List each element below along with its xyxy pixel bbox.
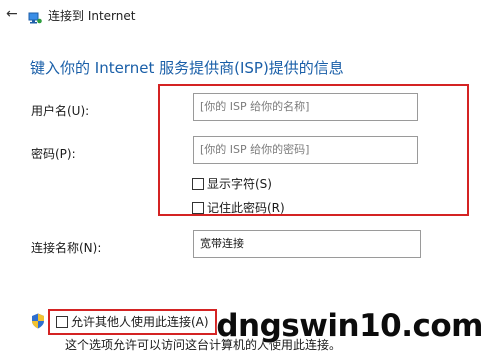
credentials-highlight-box	[158, 84, 469, 216]
site-watermark: dngswin10.com	[216, 308, 483, 344]
window-title: 连接到 Internet	[48, 9, 136, 23]
allow-others-label[interactable]: 允许其他人使用此连接(A)	[71, 314, 209, 330]
page-heading: 键入你的 Internet 服务提供商(ISP)提供的信息	[30, 59, 344, 77]
username-label: 用户名(U):	[31, 104, 90, 118]
network-icon	[28, 9, 42, 24]
password-label: 密码(P):	[31, 147, 76, 161]
connection-name-label: 连接名称(N):	[31, 241, 102, 255]
shield-icon	[31, 313, 45, 329]
back-arrow-icon[interactable]: ←	[6, 7, 20, 21]
allow-others-checkbox[interactable]	[56, 316, 68, 328]
connection-name-input[interactable]: 宽带连接	[193, 230, 421, 258]
